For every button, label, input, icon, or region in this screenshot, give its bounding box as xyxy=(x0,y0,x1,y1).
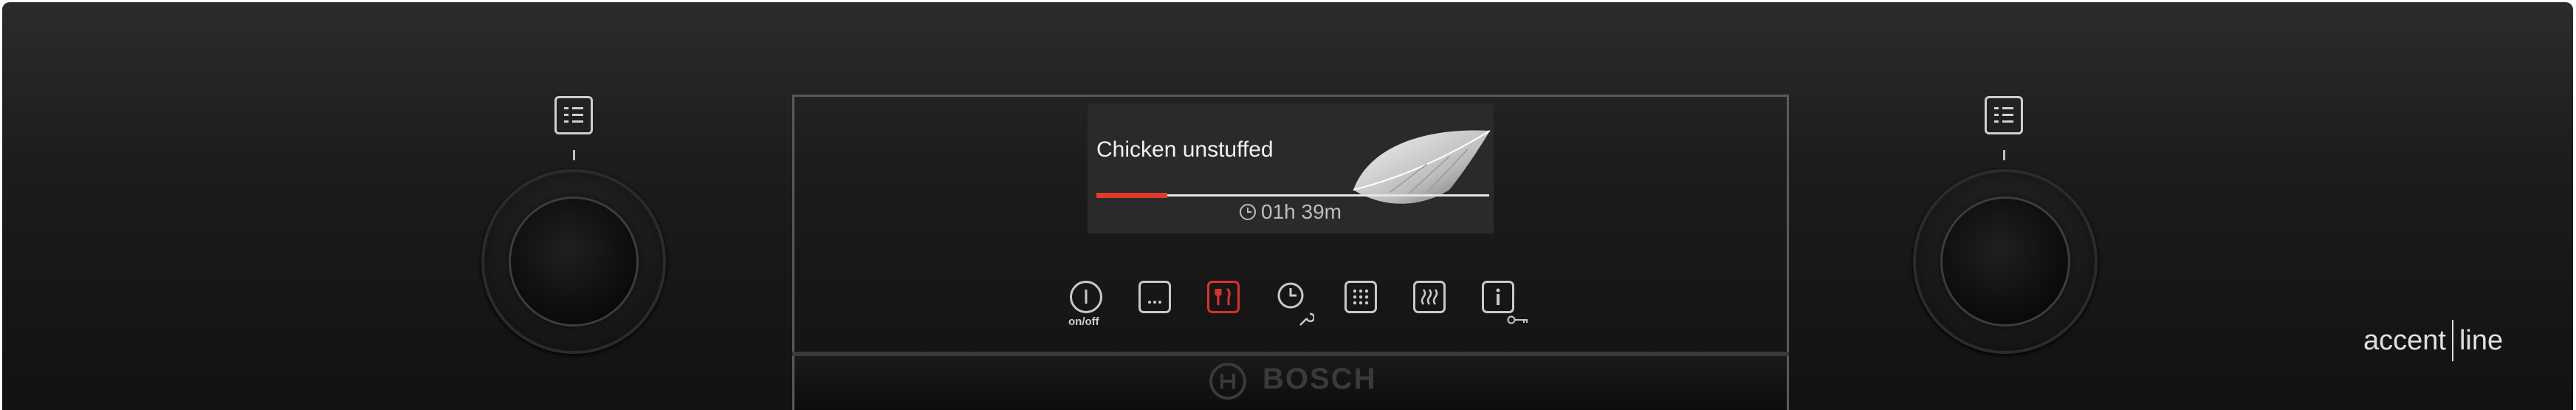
steam-icon xyxy=(1421,289,1438,305)
clock-icon xyxy=(1277,282,1304,309)
more-icon xyxy=(1148,301,1161,304)
left-menu-icon xyxy=(554,96,593,134)
key-icon xyxy=(1507,315,1528,324)
progress-fill xyxy=(1096,193,1167,198)
right-knob-cap xyxy=(1943,199,2068,324)
oven-control-panel: Chicken unstuffed 01h 39m on/off BOSCH a… xyxy=(2,2,2573,410)
right-knob-marker xyxy=(2003,150,2005,160)
cooking-assist-button[interactable] xyxy=(1207,281,1240,313)
program-title: Chicken unstuffed xyxy=(1096,137,1274,162)
steam-button[interactable] xyxy=(1413,281,1446,313)
info-icon xyxy=(1496,288,1500,305)
timer-button[interactable] xyxy=(1276,281,1308,313)
feather-icon xyxy=(1353,130,1491,204)
more-button[interactable] xyxy=(1138,281,1171,313)
brand-name: BOSCH xyxy=(1263,363,1377,395)
timer-value: 01h 39m xyxy=(1261,200,1342,223)
program-display: Chicken unstuffed 01h 39m xyxy=(1088,103,1494,233)
power-button-label: on/off xyxy=(1068,315,1099,328)
series-logo: accent line xyxy=(2363,320,2503,361)
series-name-right: line xyxy=(2459,324,2504,356)
power-button[interactable] xyxy=(1070,281,1102,313)
right-control-knob[interactable] xyxy=(1913,169,2098,354)
series-separator xyxy=(2451,320,2453,361)
remaining-time: 01h 39m xyxy=(1239,200,1342,224)
cutlery-icon xyxy=(1215,287,1231,305)
left-control-knob[interactable] xyxy=(481,169,666,354)
info-button[interactable] xyxy=(1482,281,1514,313)
heating-modes-icon xyxy=(1353,289,1369,305)
clock-icon xyxy=(1240,204,1256,220)
wrench-icon xyxy=(1299,312,1314,326)
bosch-logo xyxy=(1209,363,1246,400)
left-knob-cap xyxy=(511,199,636,324)
series-name-left: accent xyxy=(2363,324,2446,356)
heating-modes-button[interactable] xyxy=(1344,281,1377,313)
right-menu-icon xyxy=(1985,96,2023,134)
left-knob-marker xyxy=(573,150,575,160)
power-icon xyxy=(1085,290,1088,304)
